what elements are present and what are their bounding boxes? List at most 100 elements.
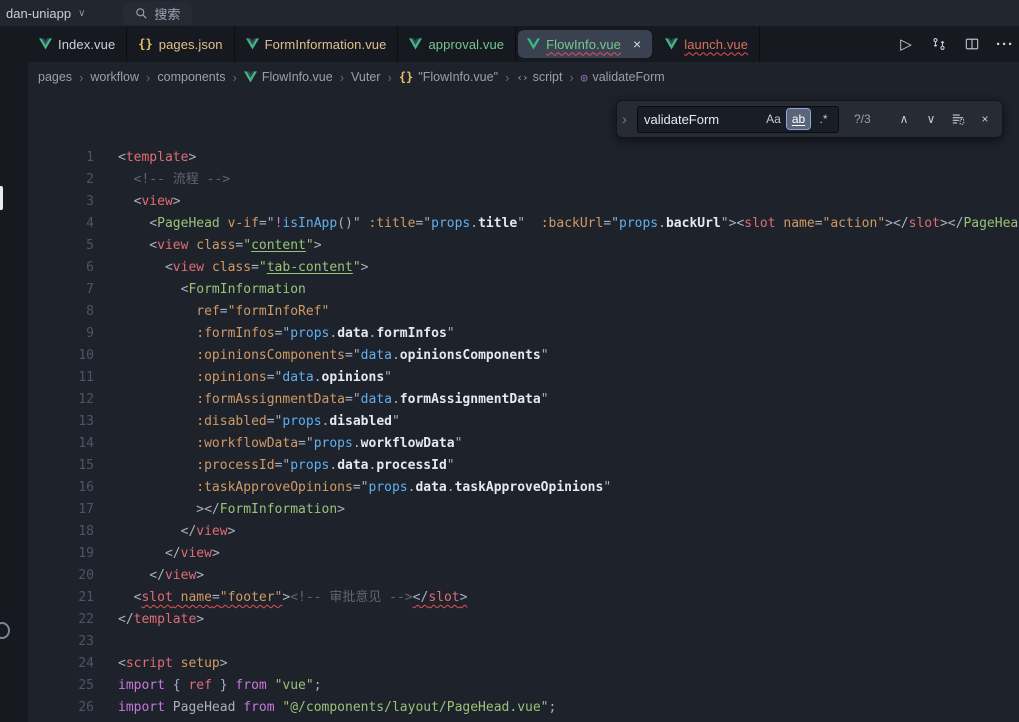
line-number[interactable]: 5 [28, 235, 94, 257]
line-number[interactable]: 6 [28, 257, 94, 279]
split-editor-button[interactable] [960, 32, 984, 56]
line-number[interactable]: 24 [28, 653, 94, 675]
breadcrumb-label: workflow [90, 70, 139, 84]
code-line-13[interactable]: 13 :disabled="props.disabled" [28, 411, 1019, 433]
code-area[interactable]: 1<template>2 <!-- 流程 -->3 <view>4 <PageH… [28, 92, 1019, 719]
code-line-9[interactable]: 9 :formInfos="props.data.formInfos" [28, 323, 1019, 345]
find-previous-button[interactable]: ∧ [893, 108, 915, 130]
breadcrumb-label: FlowInfo.vue [262, 70, 333, 84]
code-editor[interactable]: › Aa ab .* ?/3 ∧ ∨ × 1<template>2 < [28, 92, 1019, 722]
line-number[interactable]: 9 [28, 323, 94, 345]
git-compare-icon [932, 37, 946, 51]
line-number[interactable]: 22 [28, 609, 94, 631]
code-line-11[interactable]: 11 :opinions="data.opinions" [28, 367, 1019, 389]
code-line-6[interactable]: 6 <view class="tab-content"> [28, 257, 1019, 279]
chevron-down-icon: ∨ [78, 8, 85, 19]
line-number[interactable]: 11 [28, 367, 94, 389]
tab-FlowInfo.vue[interactable]: FlowInfo.vue× [518, 30, 652, 58]
code-line-1[interactable]: 1<template> [28, 147, 1019, 169]
line-number[interactable]: 7 [28, 279, 94, 301]
code-line-7[interactable]: 7 <FormInformation [28, 279, 1019, 301]
line-number[interactable]: 8 [28, 301, 94, 323]
code-line-8[interactable]: 8 ref="formInfoRef" [28, 301, 1019, 323]
code-line-19[interactable]: 19 </view> [28, 543, 1019, 565]
code-line-2[interactable]: 2 <!-- 流程 --> [28, 169, 1019, 191]
breadcrumb-label: script [533, 70, 563, 84]
line-number[interactable]: 3 [28, 191, 94, 213]
breadcrumb-label: pages [38, 70, 72, 84]
line-content: :processId="props.data.processId" [118, 455, 455, 477]
code-line-18[interactable]: 18 </view> [28, 521, 1019, 543]
code-line-16[interactable]: 16 :taskApproveOpinions="props.data.task… [28, 477, 1019, 499]
line-number[interactable]: 18 [28, 521, 94, 543]
breadcrumb-item-pages[interactable]: pages [36, 69, 74, 85]
tab-close-button[interactable]: × [631, 36, 643, 52]
match-case-button[interactable]: Aa [762, 109, 785, 129]
regex-button[interactable]: .* [812, 109, 835, 129]
code-line-15[interactable]: 15 :processId="props.data.processId" [28, 455, 1019, 477]
line-number[interactable]: 14 [28, 433, 94, 455]
find-close-button[interactable]: × [974, 108, 996, 130]
breadcrumb-item-FlowInfo.vue[interactable]: {}"FlowInfo.vue" [397, 69, 500, 85]
find-input[interactable] [644, 112, 760, 127]
line-number[interactable]: 21 [28, 587, 94, 609]
code-line-17[interactable]: 17 ></FormInformation> [28, 499, 1019, 521]
vue-icon [409, 38, 422, 50]
line-content: <view> [118, 191, 181, 213]
code-line-21[interactable]: 21 <slot name="footer"><!-- 审批意见 --></sl… [28, 587, 1019, 609]
project-dropdown[interactable]: dan-uniapp ∨ [0, 6, 93, 21]
compare-changes-button[interactable] [927, 32, 951, 56]
tab-pages.json[interactable]: {}pages.json [127, 26, 234, 62]
line-number[interactable]: 12 [28, 389, 94, 411]
breadcrumb-item-workflow[interactable]: workflow [88, 69, 141, 85]
code-line-10[interactable]: 10 :opinionsComponents="data.opinionsCom… [28, 345, 1019, 367]
json-braces-icon: {} [138, 37, 152, 51]
line-number[interactable]: 19 [28, 543, 94, 565]
code-line-12[interactable]: 12 :formAssignmentData="data.formAssignm… [28, 389, 1019, 411]
whole-word-button[interactable]: ab [787, 109, 810, 129]
code-line-3[interactable]: 3 <view> [28, 191, 1019, 213]
line-content: :disabled="props.disabled" [118, 411, 400, 433]
breadcrumb-item-Vuter[interactable]: Vuter [349, 69, 382, 85]
more-actions-button[interactable]: ··· [993, 32, 1017, 56]
breadcrumb-item-script[interactable]: ‹›script [514, 69, 564, 85]
toggle-replace-button[interactable]: › [617, 101, 632, 137]
breadcrumb-item-validateForm[interactable]: ◎validateForm [579, 69, 667, 85]
run-button[interactable]: ▷ [894, 32, 918, 56]
breadcrumb-separator: › [340, 70, 344, 85]
method-symbol-icon: ◎ [581, 71, 588, 84]
line-number[interactable]: 25 [28, 675, 94, 697]
line-number[interactable]: 16 [28, 477, 94, 499]
tab-Index.vue[interactable]: Index.vue [28, 26, 127, 62]
line-number[interactable]: 20 [28, 565, 94, 587]
find-in-selection-button[interactable] [947, 108, 969, 130]
tab-launch.vue[interactable]: launch.vue [654, 26, 760, 62]
code-line-26[interactable]: 26import PageHead from "@/components/lay… [28, 697, 1019, 719]
tab-FormInformation.vue[interactable]: FormInformation.vue [235, 26, 399, 62]
line-number[interactable]: 15 [28, 455, 94, 477]
line-content: :taskApproveOpinions="props.data.taskApp… [118, 477, 611, 499]
find-next-button[interactable]: ∨ [920, 108, 942, 130]
code-line-14[interactable]: 14 :workflowData="props.workflowData" [28, 433, 1019, 455]
code-line-24[interactable]: 24<script setup> [28, 653, 1019, 675]
line-number[interactable]: 23 [28, 631, 94, 653]
line-content: :formAssignmentData="data.formAssignment… [118, 389, 549, 411]
breadcrumb-item-components[interactable]: components [155, 69, 227, 85]
line-number[interactable]: 4 [28, 213, 94, 235]
line-number[interactable]: 2 [28, 169, 94, 191]
line-number[interactable]: 17 [28, 499, 94, 521]
line-content: <view class="content"> [118, 235, 322, 257]
breadcrumb-item-FlowInfo.vue[interactable]: FlowInfo.vue [242, 69, 335, 85]
code-line-4[interactable]: 4 <PageHead v-if="!isInApp()" :title="pr… [28, 213, 1019, 235]
global-search-box[interactable]: 搜索 [123, 2, 192, 25]
tab-approval.vue[interactable]: approval.vue [398, 26, 516, 62]
line-number[interactable]: 13 [28, 411, 94, 433]
line-number[interactable]: 1 [28, 147, 94, 169]
code-line-23[interactable]: 23 [28, 631, 1019, 653]
line-number[interactable]: 10 [28, 345, 94, 367]
code-line-22[interactable]: 22</template> [28, 609, 1019, 631]
line-number[interactable]: 26 [28, 697, 94, 719]
code-line-20[interactable]: 20 </view> [28, 565, 1019, 587]
code-line-25[interactable]: 25import { ref } from "vue"; [28, 675, 1019, 697]
code-line-5[interactable]: 5 <view class="content"> [28, 235, 1019, 257]
